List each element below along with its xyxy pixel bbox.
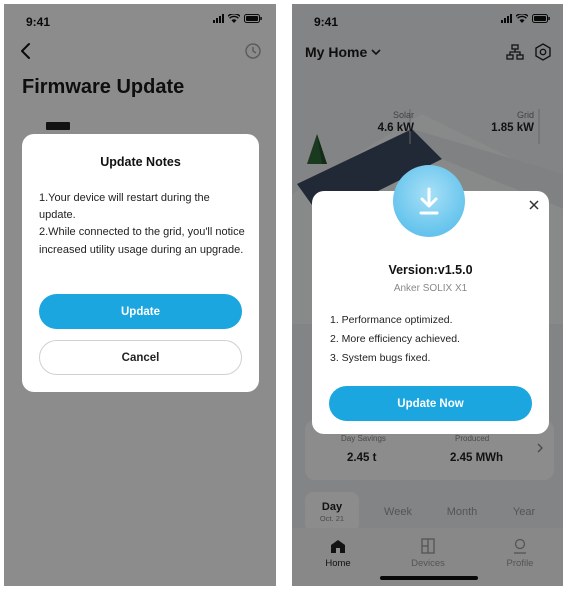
note-line-1: 1.Your device will restart during the up… [39,192,210,222]
update-now-button[interactable]: Update Now [329,386,532,421]
release-notes: 1. Performance optimized. 2. More effici… [330,311,460,368]
update-button[interactable]: Update [39,294,242,329]
close-icon[interactable] [528,199,540,211]
device-model: Anker SOLIX X1 [393,283,468,294]
home-screen: 9:41 My Home Solar 4.6 kW Grid 1.85 kW D… [292,4,563,586]
note-line-2: 2.While connected to the grid, you'll no… [39,226,245,256]
update-notes-dialog: Update Notes 1.Your device will restart … [22,134,259,392]
release-note-3: 3. System bugs fixed. [330,352,431,364]
download-badge [393,165,465,237]
cancel-button[interactable]: Cancel [39,340,242,375]
release-note-2: 2. More efficiency achieved. [330,333,460,345]
release-note-1: 1. Performance optimized. [330,314,453,326]
download-icon [419,187,439,215]
firmware-update-screen: 9:41 Firmware Update Update Notes 1.Your… [4,4,276,586]
dialog-title: Update Notes [100,155,181,169]
version-title: Version:v1.5.0 [388,263,473,277]
dialog-body: 1.Your device will restart during the up… [39,190,245,259]
